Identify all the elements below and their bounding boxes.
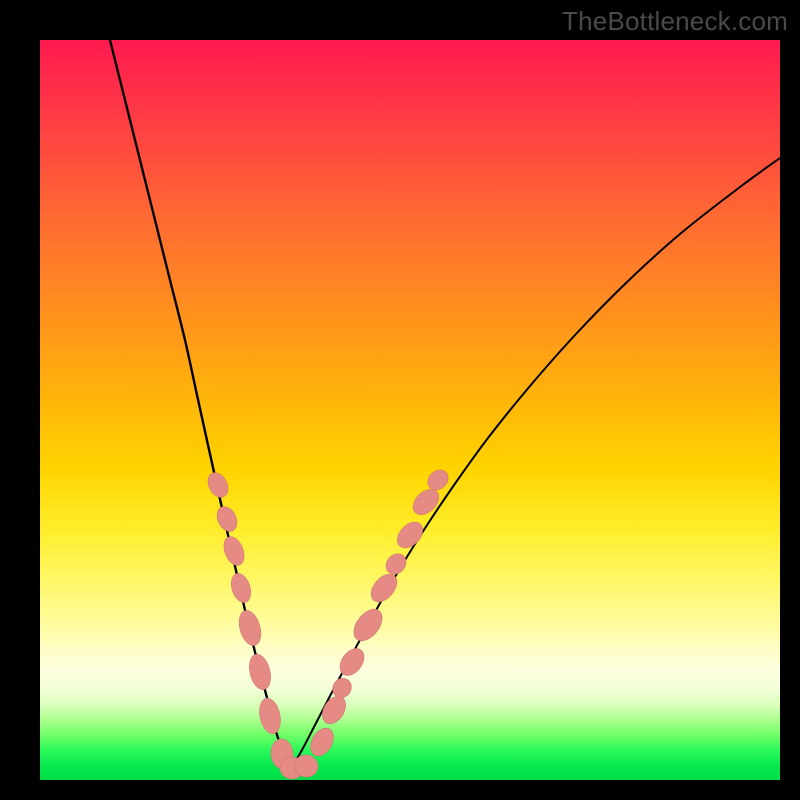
bead-marker bbox=[382, 550, 410, 578]
bead-marker bbox=[246, 652, 274, 692]
chart-frame: TheBottleneck.com bbox=[0, 0, 800, 800]
curve-svg bbox=[40, 40, 780, 780]
bead-marker bbox=[235, 608, 264, 648]
bead-marker bbox=[392, 517, 427, 552]
bead-marker bbox=[306, 724, 338, 760]
bead-marker bbox=[213, 503, 241, 534]
bead-marker bbox=[204, 469, 232, 500]
bead-group bbox=[204, 466, 452, 779]
bead-marker bbox=[335, 644, 369, 680]
curve-right bbox=[290, 158, 780, 770]
plot-area bbox=[40, 40, 780, 780]
bead-marker bbox=[228, 571, 254, 605]
watermark-text: TheBottleneck.com bbox=[562, 6, 788, 37]
bead-marker bbox=[348, 604, 388, 646]
bead-marker bbox=[220, 534, 248, 569]
bead-marker bbox=[256, 696, 283, 735]
